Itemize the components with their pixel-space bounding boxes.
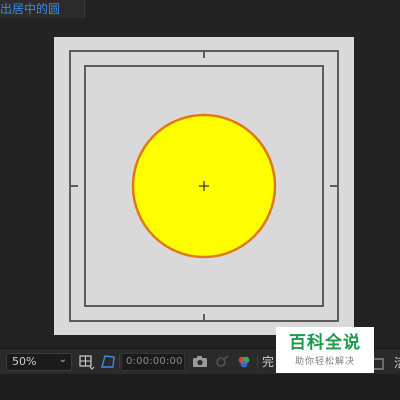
toolbar-divider — [119, 355, 120, 369]
zoom-dropdown[interactable]: 50% ⌄ — [6, 353, 72, 371]
timecode-value: 0:00:00:00 — [126, 356, 183, 367]
mask-path-icon[interactable] — [99, 353, 117, 371]
composition-viewer[interactable] — [0, 18, 400, 348]
watermark-subtitle: 助你轻松解决 — [294, 357, 355, 367]
snapshot-camera-icon[interactable] — [191, 353, 209, 371]
timeline-strip — [0, 374, 400, 400]
toolbar-divider — [257, 355, 258, 369]
zoom-value: 50% — [12, 355, 37, 368]
grid-toggle-icon[interactable] — [78, 353, 96, 371]
watermark-title: 百科全说 — [289, 333, 361, 353]
rgb-channels-icon[interactable] — [235, 353, 253, 371]
active-camera-dropdown[interactable]: 活 — [394, 354, 400, 371]
show-snapshot-icon[interactable] — [213, 353, 231, 371]
chevron-down-icon: ⌄ — [58, 354, 67, 365]
current-time-display[interactable]: 0:00:00:00 — [121, 353, 185, 371]
composition-tab[interactable]: 出居中的圆 — [0, 0, 85, 19]
composition-tab-title: 出居中的圆 — [0, 2, 61, 16]
watermark-logo: 百科全说 助你轻松解决 — [276, 327, 374, 373]
resolution-dropdown[interactable]: 完 — [262, 354, 274, 370]
composition-canvas[interactable] — [0, 18, 400, 348]
